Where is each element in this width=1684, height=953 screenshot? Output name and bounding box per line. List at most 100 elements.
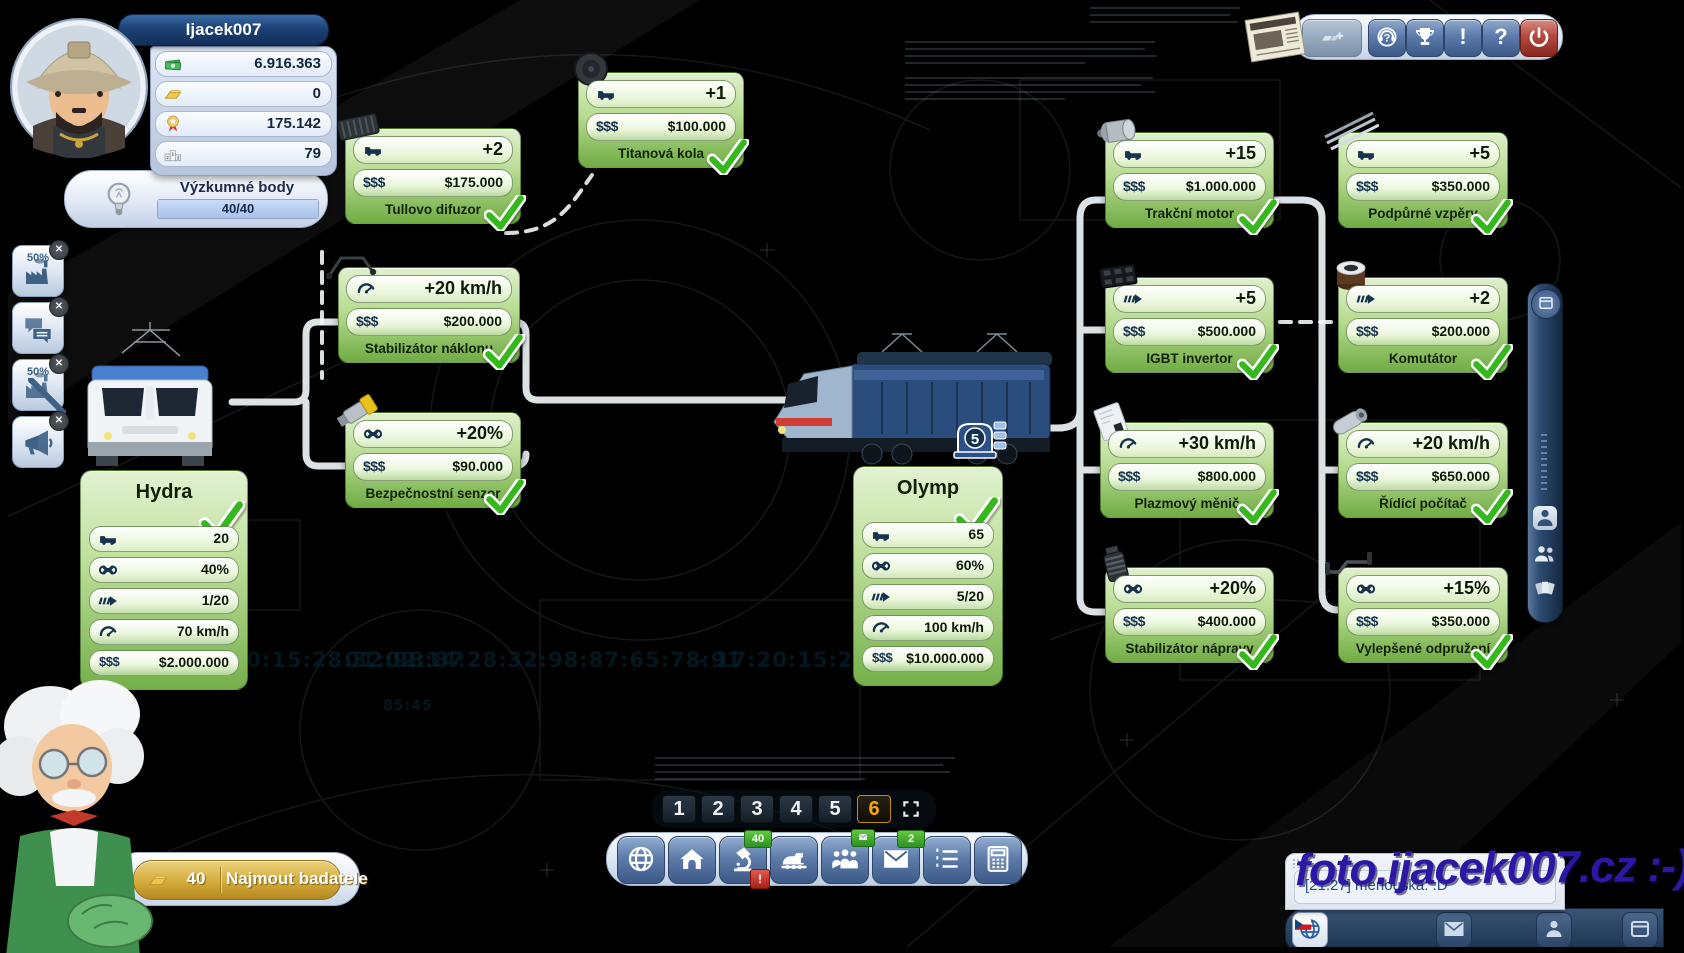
- cost-value: $350.000: [1432, 613, 1490, 629]
- page-tab-3[interactable]: 3: [740, 795, 774, 823]
- side-button-chat-toggle[interactable]: ✕: [12, 302, 64, 354]
- resource-value: 6.916.363: [254, 55, 321, 72]
- bonus-row: +20%: [353, 420, 513, 448]
- hire-gold-cost: 40: [178, 869, 214, 889]
- bonus-value: +20%: [456, 423, 503, 444]
- top-toolbar: ? ! ?: [1293, 14, 1563, 60]
- logout-button[interactable]: [1520, 19, 1558, 57]
- side-button-announcement[interactable]: ✕: [12, 416, 64, 468]
- megaphone-icon: [22, 427, 54, 459]
- newspaper-icon[interactable]: [1238, 8, 1312, 66]
- chat-tool-button[interactable]: [1436, 912, 1472, 948]
- avatar[interactable]: [8, 16, 150, 158]
- messages-button[interactable]: 2: [872, 836, 920, 884]
- close-icon[interactable]: ✕: [49, 297, 69, 317]
- rank-icon: 123: [162, 144, 184, 164]
- window-button[interactable]: [1531, 289, 1561, 319]
- wagon-icon: [1122, 144, 1144, 164]
- fullscreen-button[interactable]: [896, 796, 926, 822]
- alert-badge: !: [750, 869, 770, 889]
- bonus-row: +5: [1346, 140, 1500, 168]
- people-icon[interactable]: [1533, 542, 1557, 566]
- research-card-stabilizator-naklonu[interactable]: +20 km/h$$$$200.000Stabilizátor náklonu: [338, 267, 520, 363]
- hydra-train-image[interactable]: [62, 318, 237, 473]
- bonus-value: +2: [482, 139, 503, 160]
- workers-button[interactable]: [821, 836, 869, 884]
- research-card-ridici-pocitac[interactable]: +20 km/h$$$$650.000Řídící počítač: [1338, 422, 1508, 518]
- badge-count: 40: [744, 830, 772, 848]
- page-tab-1[interactable]: 1: [662, 795, 696, 823]
- research-card-komutator[interactable]: +2$$$$200.000Komutátor: [1338, 277, 1508, 373]
- background-timestamp: 01:02:14:28:32:98:87:65:78:91: [345, 648, 742, 672]
- cards-icon[interactable]: [1533, 576, 1557, 600]
- page-tab-5[interactable]: 5: [818, 795, 852, 823]
- bonus-row: +20 km/h: [1346, 430, 1500, 458]
- rankings-button[interactable]: [923, 836, 971, 884]
- research-button[interactable]: 40!: [719, 836, 767, 884]
- cost-label: $$$: [596, 118, 618, 134]
- mail-icon: [873, 844, 919, 874]
- side-button-production-bonus[interactable]: 50%✕: [12, 245, 64, 297]
- person-icon[interactable]: [1533, 506, 1557, 530]
- support-button[interactable]: ?: [1368, 19, 1406, 57]
- bonus-value: +20 km/h: [424, 278, 502, 299]
- research-points-value: 40/40: [158, 201, 318, 216]
- alerts-button[interactable]: !: [1444, 19, 1482, 57]
- train-panel-olymp[interactable]: Olymp6560%5/20100 km/h$$$$10.000.000: [853, 466, 1003, 686]
- research-card-igbt-invertor[interactable]: +5$$$$500.000IGBT invertor: [1105, 277, 1274, 373]
- side-button-production-bonus-expired[interactable]: 50%✕: [12, 359, 64, 411]
- help-icon: ?: [1483, 20, 1519, 54]
- researched-check-icon: [1237, 199, 1279, 235]
- watermark: foto.ijacek007.cz :-): [1295, 840, 1684, 896]
- research-card-trakcni-motor[interactable]: +15$$$$1.000.000Trakční motor: [1105, 132, 1274, 228]
- page-tab-4[interactable]: 4: [779, 795, 813, 823]
- chat-tool-button[interactable]: [1536, 912, 1572, 948]
- page-tab-6[interactable]: 6: [857, 795, 891, 823]
- bonus-row: +5: [1113, 285, 1266, 313]
- prestige-icon: [162, 114, 184, 134]
- wrench-icon: [870, 556, 892, 576]
- research-card-tullovo-difuzor[interactable]: +2$$$$175.000Tullovo difuzor: [345, 128, 521, 224]
- research-card-podpurne-vzpery[interactable]: +5$$$$350.000Podpůrné vzpěry: [1338, 132, 1508, 228]
- cost-label: $$$: [1118, 468, 1140, 484]
- help-button[interactable]: ?: [1482, 19, 1520, 57]
- train-count-badge: 5: [950, 416, 1010, 462]
- close-icon[interactable]: ✕: [49, 411, 69, 431]
- olymp-train-image[interactable]: [762, 322, 1067, 472]
- chat-toolbar: [1285, 908, 1664, 950]
- achievements-button[interactable]: [1406, 19, 1444, 57]
- station-button[interactable]: [668, 836, 716, 884]
- chat-collapse-button[interactable]: [1622, 912, 1658, 948]
- stat-value: 70 km/h: [177, 623, 229, 639]
- wrench-icon: [1355, 579, 1377, 599]
- cost-label: $$$: [1356, 613, 1378, 629]
- world-button[interactable]: [617, 836, 665, 884]
- cost-value: $200.000: [444, 313, 502, 329]
- research-card-plazmovy-menic[interactable]: +30 km/h$$$$800.000Plazmový měnič: [1100, 422, 1274, 518]
- wrench-icon: [1122, 579, 1144, 599]
- lightbulb-icon: [99, 179, 139, 219]
- research-card-bezpecnostni-senzor[interactable]: +20%$$$$90.000Bezpečnostní senzor: [345, 412, 521, 508]
- research-card-stabilizator-napravy[interactable]: +20%$$$$400.000Stabilizátor nápravy: [1105, 567, 1274, 663]
- bonus-row: +2: [1346, 285, 1500, 313]
- accel-icon: [97, 591, 119, 611]
- stat-value: 100 km/h: [924, 619, 984, 635]
- bonus-value: +30 km/h: [1178, 433, 1256, 454]
- cost-row: $$$$350.000: [1346, 173, 1500, 201]
- bonus-row: +2: [353, 136, 513, 164]
- research-card-vylepsene-odpruzeni[interactable]: +15%$$$$350.000Vylepšené odpružení: [1338, 567, 1508, 663]
- sidebar-drag-handle[interactable]: [1541, 434, 1547, 494]
- window-icon: [1623, 917, 1657, 941]
- trains-button[interactable]: [770, 836, 818, 884]
- finances-button[interactable]: [974, 836, 1022, 884]
- cost-label: $$$: [356, 313, 378, 329]
- cost-label: $$$: [1123, 178, 1145, 194]
- chat-sidebar-collapsed[interactable]: [1527, 283, 1563, 623]
- workers-icon: [822, 844, 868, 874]
- stat-value: 65: [968, 526, 984, 542]
- research-card-titanova-kola[interactable]: +1$$$$100.000Titanová kola: [578, 72, 744, 168]
- chat-language-button[interactable]: [1292, 912, 1328, 948]
- wrench-icon: [362, 424, 384, 444]
- speed-icon: [870, 618, 892, 638]
- page-tab-2[interactable]: 2: [701, 795, 735, 823]
